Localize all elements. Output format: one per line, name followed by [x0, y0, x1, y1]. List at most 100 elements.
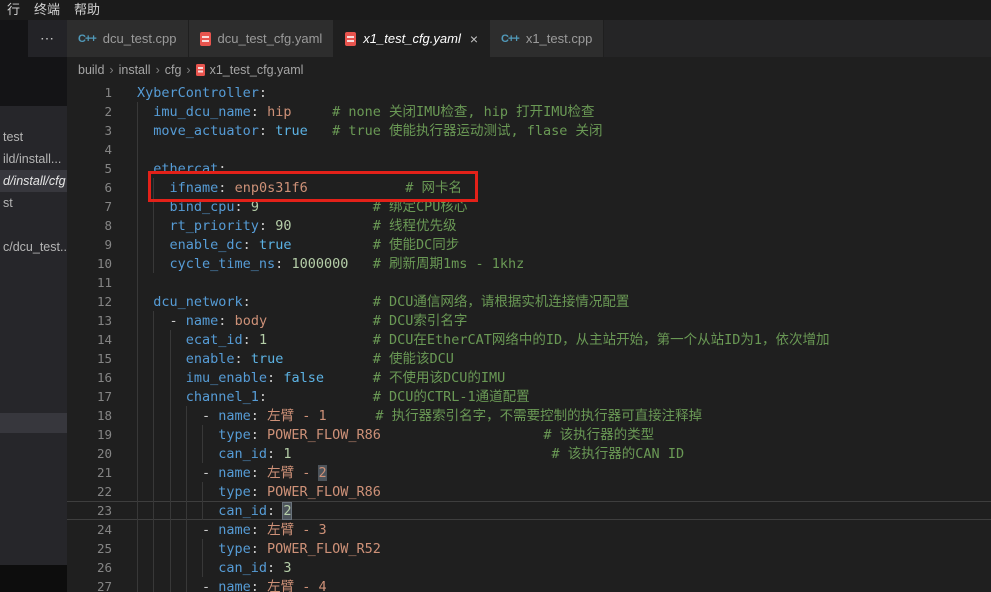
line-number[interactable]: 25	[67, 539, 112, 558]
line-number[interactable]: 4	[67, 140, 112, 159]
menu-item-2[interactable]: 帮助	[67, 0, 107, 20]
indent-guide	[137, 216, 153, 235]
line-number[interactable]: 6	[67, 178, 112, 197]
token-b: false	[283, 370, 324, 386]
sidebar-selection-band[interactable]	[0, 413, 67, 433]
line-content: - name: 左臂 - 4	[137, 579, 327, 592]
code-line-17[interactable]: 17channel_1: # DCU的CTRL-1通道配置	[67, 387, 991, 406]
breadcrumb-item-cfg[interactable]: cfg	[165, 63, 182, 77]
code-line-6[interactable]: 6ifname: enp0s31f6 # 网卡名	[67, 178, 991, 197]
more-actions-button[interactable]: ⋯	[28, 20, 67, 57]
breadcrumb-file[interactable]: x1_test_cfg.yaml	[210, 63, 304, 77]
line-number[interactable]: 8	[67, 216, 112, 235]
line-number[interactable]: 15	[67, 349, 112, 368]
indent-guide	[202, 425, 218, 444]
sidebar-item-0[interactable]: test	[0, 126, 67, 148]
line-number[interactable]: 26	[67, 558, 112, 577]
code-line-18[interactable]: 18- name: 左臂 - 1 # 执行器索引名字，不需要控制的执行器可直接注…	[67, 406, 991, 425]
line-content: type: POWER_FLOW_R52	[137, 541, 381, 557]
code-line-2[interactable]: 2imu_dcu_name: hip # none 关闭IMU检查, hip 打…	[67, 102, 991, 121]
code-line-16[interactable]: 16imu_enable: false # 不使用该DCU的IMU	[67, 368, 991, 387]
line-number[interactable]: 13	[67, 311, 112, 330]
code-line-22[interactable]: 22 type: POWER_FLOW_R86	[67, 482, 991, 501]
sidebar-item-2[interactable]: d/install/cfg	[0, 170, 67, 192]
code-line-10[interactable]: 10cycle_time_ns: 1000000 # 刷新周期1ms - 1kh…	[67, 254, 991, 273]
code-line-14[interactable]: 14 ecat_id: 1 # DCU在EtherCAT网络中的ID，从主站开始，…	[67, 330, 991, 349]
code-line-19[interactable]: 19 type: POWER_FLOW_R86 # 该执行器的类型	[67, 425, 991, 444]
code-line-21[interactable]: 21- name: 左臂 - 2	[67, 463, 991, 482]
line-number[interactable]: 3	[67, 121, 112, 140]
menu-item-0[interactable]: 行	[0, 0, 27, 20]
code-line-23[interactable]: 23can_id: 2	[67, 501, 991, 520]
tab-label: x1_test_cfg.yaml	[363, 31, 461, 46]
line-content: ecat_id: 1 # DCU在EtherCAT网络中的ID，从主站开始，第一…	[137, 332, 830, 348]
breadcrumb-item-install[interactable]: install	[119, 63, 151, 77]
line-number[interactable]: 12	[67, 292, 112, 311]
line-number[interactable]: 21	[67, 463, 112, 482]
cpp-icon: C++	[501, 33, 519, 45]
code-line-4[interactable]: 4	[67, 140, 991, 159]
indent-guide	[170, 444, 186, 463]
token-k: enable	[186, 351, 235, 367]
line-number[interactable]: 27	[67, 577, 112, 592]
tab-dcu_test_cfg.yaml[interactable]: dcu_test_cfg.yaml	[189, 20, 335, 57]
sidebar-item-3[interactable]: st	[0, 192, 67, 214]
line-content: can_id: 3	[137, 560, 291, 576]
token-k: can_id	[218, 446, 267, 462]
token-k: ifname	[170, 180, 219, 196]
code-line-12[interactable]: 12dcu_network: # DCU通信网络，请根据实机连接情况配置	[67, 292, 991, 311]
menu-item-1[interactable]: 终端	[27, 0, 67, 20]
indent-guide	[186, 425, 202, 444]
line-number[interactable]: 2	[67, 102, 112, 121]
indent-guide	[153, 235, 169, 254]
code-line-24[interactable]: 24- name: 左臂 - 3	[67, 520, 991, 539]
line-number[interactable]: 7	[67, 197, 112, 216]
code-line-7[interactable]: 7bind_cpu: 9 # 绑定CPU核心	[67, 197, 991, 216]
line-number[interactable]: 11	[67, 273, 112, 292]
code-line-11[interactable]: 11	[67, 273, 991, 292]
code-line-20[interactable]: 20 can_id: 1 # 该执行器的CAN ID	[67, 444, 991, 463]
code-line-9[interactable]: 9enable_dc: true # 使能DC同步	[67, 235, 991, 254]
line-number[interactable]: 1	[67, 83, 112, 102]
token-c: # 不使用该DCU的IMU	[373, 370, 506, 386]
code-line-1[interactable]: 1XyberController:	[67, 83, 991, 102]
line-content: type: POWER_FLOW_R86	[137, 484, 381, 500]
line-number[interactable]: 10	[67, 254, 112, 273]
token-c: # 网卡名	[405, 180, 462, 196]
indent-guide	[153, 387, 169, 406]
token-p: :	[259, 85, 267, 101]
indent-guide	[170, 577, 186, 592]
code-line-27[interactable]: 27 - name: 左臂 - 4	[67, 577, 991, 592]
line-number[interactable]: 24	[67, 520, 112, 539]
token-p: :	[235, 351, 243, 367]
code-line-5[interactable]: 5 ethercat:	[67, 159, 991, 178]
line-number[interactable]: 20	[67, 444, 112, 463]
close-icon[interactable]: ×	[470, 32, 478, 46]
line-content: type: POWER_FLOW_R86 # 该执行器的类型	[137, 427, 654, 443]
tab-dcu_test.cpp[interactable]: C++dcu_test.cpp	[67, 20, 189, 57]
code-line-3[interactable]: 3move_actuator: true # true 使能执行器运动测试, f…	[67, 121, 991, 140]
line-number[interactable]: 18	[67, 406, 112, 425]
line-number[interactable]: 23	[67, 501, 112, 520]
line-number[interactable]: 16	[67, 368, 112, 387]
sidebar-item-1[interactable]: ild/install...	[0, 148, 67, 170]
line-content: can_id: 1 # 该执行器的CAN ID	[137, 446, 684, 462]
code-line-25[interactable]: 25 type: POWER_FLOW_R52	[67, 539, 991, 558]
line-content: ethercat:	[137, 161, 226, 177]
tab-x1_test.cpp[interactable]: C++x1_test.cpp	[490, 20, 604, 57]
code-editor[interactable]: 1XyberController:2imu_dcu_name: hip # no…	[67, 83, 991, 592]
token-p: :	[251, 104, 259, 120]
code-line-13[interactable]: 13- name: body # DCU索引名字	[67, 311, 991, 330]
line-number[interactable]: 14	[67, 330, 112, 349]
line-number[interactable]: 9	[67, 235, 112, 254]
line-number[interactable]: 22	[67, 482, 112, 501]
line-number[interactable]: 19	[67, 425, 112, 444]
tab-x1_test_cfg.yaml[interactable]: x1_test_cfg.yaml ×	[334, 20, 490, 57]
line-number[interactable]: 5	[67, 159, 112, 178]
code-line-15[interactable]: 15enable: true # 使能该DCU	[67, 349, 991, 368]
code-line-26[interactable]: 26 can_id: 3	[67, 558, 991, 577]
sidebar-item-4[interactable]: c/dcu_test...	[0, 236, 67, 258]
breadcrumb-item-build[interactable]: build	[78, 63, 104, 77]
code-line-8[interactable]: 8rt_priority: 90 # 线程优先级	[67, 216, 991, 235]
line-number[interactable]: 17	[67, 387, 112, 406]
